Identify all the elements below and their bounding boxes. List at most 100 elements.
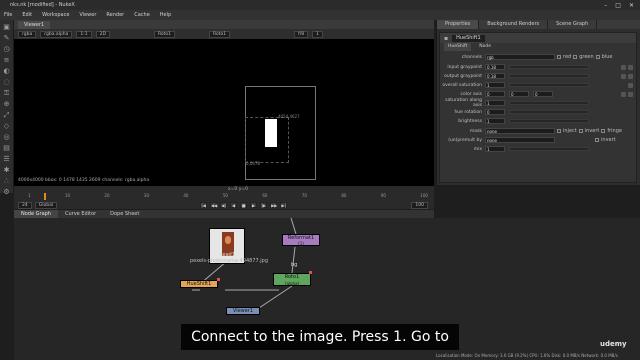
menu-cache[interactable]: Cache [134, 12, 150, 18]
channel-alpha-select[interactable]: rgba.alpha [40, 30, 73, 38]
animation-icon[interactable] [628, 73, 633, 79]
green-checkbox[interactable] [573, 55, 578, 59]
hue-rotation-field[interactable]: 0 [485, 109, 505, 115]
stop-button[interactable]: ■ [240, 202, 248, 208]
saturation-axis-slider[interactable] [509, 101, 589, 105]
rewind-button[interactable]: ◀◀ [210, 202, 217, 208]
tab-scene-graph[interactable]: Scene Graph [548, 20, 598, 29]
prev-frame-button[interactable]: ◀| [220, 202, 228, 208]
play-backward-button[interactable]: ◀ [230, 202, 238, 208]
filter-tool-icon[interactable]: ◌ [3, 78, 11, 86]
next-frame-button[interactable]: |▶ [260, 202, 268, 208]
current-frame-field[interactable]: 24 [18, 201, 32, 209]
tab-node[interactable]: Node [475, 43, 495, 51]
tab-dope-sheet[interactable]: Dope Sheet [103, 210, 146, 218]
tab-node-graph[interactable]: Node Graph [14, 210, 58, 218]
viewer-node[interactable]: Viewer1 [226, 307, 260, 315]
unpremult-select[interactable]: none [485, 137, 555, 143]
saturation-axis-field[interactable]: 1 [485, 100, 505, 106]
settings-tool-icon[interactable]: ⚙ [3, 188, 11, 196]
animation-icon[interactable] [628, 64, 633, 70]
channels-select[interactable]: rgb [485, 54, 555, 60]
gamma-field[interactable]: 1 [312, 30, 323, 38]
input-graypoint-field[interactable]: 0.18 [485, 64, 505, 70]
tab-curve-editor[interactable]: Curve Editor [58, 210, 103, 218]
mask-select[interactable]: none [485, 128, 555, 134]
unpremult-invert-checkbox[interactable] [595, 138, 599, 142]
hueshift-node[interactable]: HueShift1 [180, 280, 218, 288]
toolsets-tool-icon[interactable]: ☰ [3, 155, 11, 163]
color-axis-field-3[interactable]: 0 [533, 91, 553, 97]
maximize-button[interactable]: □ [615, 2, 621, 9]
color-axis-field-2[interactable]: 0 [509, 91, 529, 97]
input-a-select[interactable]: Roto1 [153, 30, 176, 38]
last-frame-button[interactable]: ▶| [280, 202, 288, 208]
overall-saturation-field[interactable]: 1 [485, 82, 505, 88]
brightness-slider[interactable] [509, 119, 589, 123]
animation-icon[interactable] [628, 91, 633, 97]
red-checkbox[interactable] [557, 55, 561, 59]
views-tool-icon[interactable]: ◎ [3, 133, 11, 141]
color-tool-icon[interactable]: ◐ [3, 67, 11, 75]
image-tool-icon[interactable]: ▣ [3, 23, 11, 31]
color-picker-icon[interactable] [621, 64, 626, 70]
menu-render[interactable]: Render [106, 12, 124, 18]
fringe-checkbox[interactable] [601, 129, 606, 133]
metadata-tool-icon[interactable]: ▤ [3, 144, 11, 152]
channels-select[interactable]: rgba [18, 30, 37, 38]
draw-tool-icon[interactable]: ✎ [3, 34, 11, 42]
timeline[interactable]: 1 10 20 30 40 50 60 70 80 90 100 24 Glob… [14, 193, 434, 209]
timeline-ruler[interactable]: 1 10 20 30 40 50 60 70 80 90 100 [28, 193, 428, 200]
roto-node[interactable]: Roto1 (alpha) [273, 273, 311, 286]
particles-tool-icon[interactable]: ∴ [3, 177, 11, 185]
color-picker-icon[interactable] [621, 91, 626, 97]
output-graypoint-slider[interactable] [509, 74, 589, 78]
3d-tool-icon[interactable]: ◇ [3, 122, 11, 130]
inject-checkbox[interactable] [557, 129, 561, 133]
tab-hueshift[interactable]: HueShift [444, 43, 472, 51]
tab-background-renders[interactable]: Background Renders [479, 20, 549, 29]
close-button[interactable]: ✕ [629, 2, 634, 9]
mix-slider[interactable] [509, 147, 589, 151]
animation-icon[interactable] [628, 82, 633, 88]
menu-viewer[interactable]: Viewer [79, 12, 96, 18]
first-frame-button[interactable]: |◀ [200, 202, 208, 208]
mix-field[interactable]: 1 [485, 146, 505, 152]
node-name-field[interactable]: HueShift1 [452, 34, 485, 42]
mask-input-icon[interactable] [217, 278, 220, 281]
mask-input-icon[interactable] [309, 271, 312, 274]
other-tool-icon[interactable]: ✱ [3, 166, 11, 174]
overall-saturation-slider[interactable] [509, 83, 589, 87]
channel-tool-icon[interactable]: ≡ [3, 56, 11, 64]
play-forward-button[interactable]: ▶ [250, 202, 258, 208]
merge-tool-icon[interactable]: ⊕ [3, 100, 11, 108]
blue-checkbox[interactable] [595, 55, 600, 59]
output-graypoint-field[interactable]: 0.18 [485, 73, 505, 79]
menu-help[interactable]: Help [160, 12, 171, 18]
end-frame-field[interactable]: 100 [411, 201, 428, 209]
fps-select[interactable]: Global [34, 201, 58, 209]
menu-file[interactable]: File [4, 12, 12, 18]
time-tool-icon[interactable]: ◷ [3, 45, 11, 53]
tab-viewer1[interactable]: Viewer1 [18, 20, 51, 29]
input-b-select[interactable]: Roto1 [209, 30, 231, 38]
menu-workspace[interactable]: Workspace [42, 12, 69, 18]
keyer-tool-icon[interactable]: ⚿ [3, 89, 11, 97]
gain-field[interactable]: f/8 [294, 30, 309, 38]
color-picker-icon[interactable] [621, 73, 626, 79]
fast-forward-button[interactable]: ▶▶ [270, 202, 277, 208]
color-axis-field[interactable]: 0 [485, 91, 505, 97]
input-graypoint-slider[interactable] [509, 65, 589, 69]
proxy-select[interactable]: 2D [95, 30, 110, 38]
brightness-field[interactable]: 1 [485, 118, 505, 124]
invert-checkbox[interactable] [578, 129, 583, 133]
hue-rotation-slider[interactable] [509, 110, 589, 114]
menu-edit[interactable]: Edit [22, 12, 32, 18]
tab-properties[interactable]: Properties [437, 20, 480, 29]
playhead[interactable] [44, 193, 46, 200]
zoom-select[interactable]: 1:1 [76, 30, 92, 38]
minimize-button[interactable]: – [604, 2, 607, 9]
transform-tool-icon[interactable]: ⤢ [3, 111, 11, 119]
viewer-panel[interactable]: Viewer1 rgba rgba.alpha 1:1 2D Roto1 Rot… [14, 20, 434, 193]
reformat-node[interactable]: Reformat1 (1) [282, 234, 320, 246]
